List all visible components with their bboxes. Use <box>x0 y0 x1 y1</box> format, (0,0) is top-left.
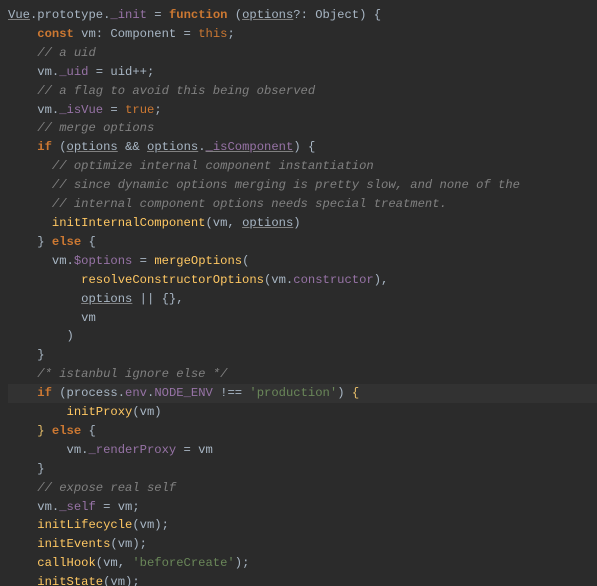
code-line: vm._uid = uid++; <box>8 65 154 79</box>
code-line: vm.$options = mergeOptions( <box>8 254 249 268</box>
code-line: vm <box>8 311 96 325</box>
code-line: initInternalComponent(vm, options) <box>8 216 301 230</box>
code-line: initState(vm); <box>8 575 140 586</box>
code-line: // internal component options needs spec… <box>8 197 447 211</box>
code-line: initLifecycle(vm); <box>8 518 169 532</box>
code-line: } else { <box>8 424 96 438</box>
code-line: // merge options <box>8 121 154 135</box>
code-line: // optimize internal component instantia… <box>8 159 374 173</box>
code-line: } <box>8 348 45 362</box>
code-line-highlighted: if (process.env.NODE_ENV !== 'production… <box>8 384 597 403</box>
code-line: // expose real self <box>8 481 176 495</box>
code-line: resolveConstructorOptions(vm.constructor… <box>8 273 388 287</box>
code-line: } <box>8 462 45 476</box>
code-line: initEvents(vm); <box>8 537 147 551</box>
code-line: } else { <box>8 235 96 249</box>
code-line: callHook(vm, 'beforeCreate'); <box>8 556 249 570</box>
code-line: // since dynamic options merging is pret… <box>8 178 520 192</box>
code-editor[interactable]: Vue.prototype._init = function (options?… <box>0 0 597 586</box>
code-line: vm._self = vm; <box>8 500 140 514</box>
code-line: ) <box>8 329 74 343</box>
code-line: // a flag to avoid this being observed <box>8 84 315 98</box>
code-line: vm._isVue = true; <box>8 103 162 117</box>
code-line: initProxy(vm) <box>8 405 162 419</box>
code-line: const vm: Component = this; <box>8 27 235 41</box>
code-line: Vue.prototype._init = function (options?… <box>8 8 381 22</box>
code-line: /* istanbul ignore else */ <box>8 367 227 381</box>
code-line: if (options && options._isComponent) { <box>8 140 315 154</box>
code-line: vm._renderProxy = vm <box>8 443 213 457</box>
code-line: // a uid <box>8 46 96 60</box>
code-line: options || {}, <box>8 292 184 306</box>
